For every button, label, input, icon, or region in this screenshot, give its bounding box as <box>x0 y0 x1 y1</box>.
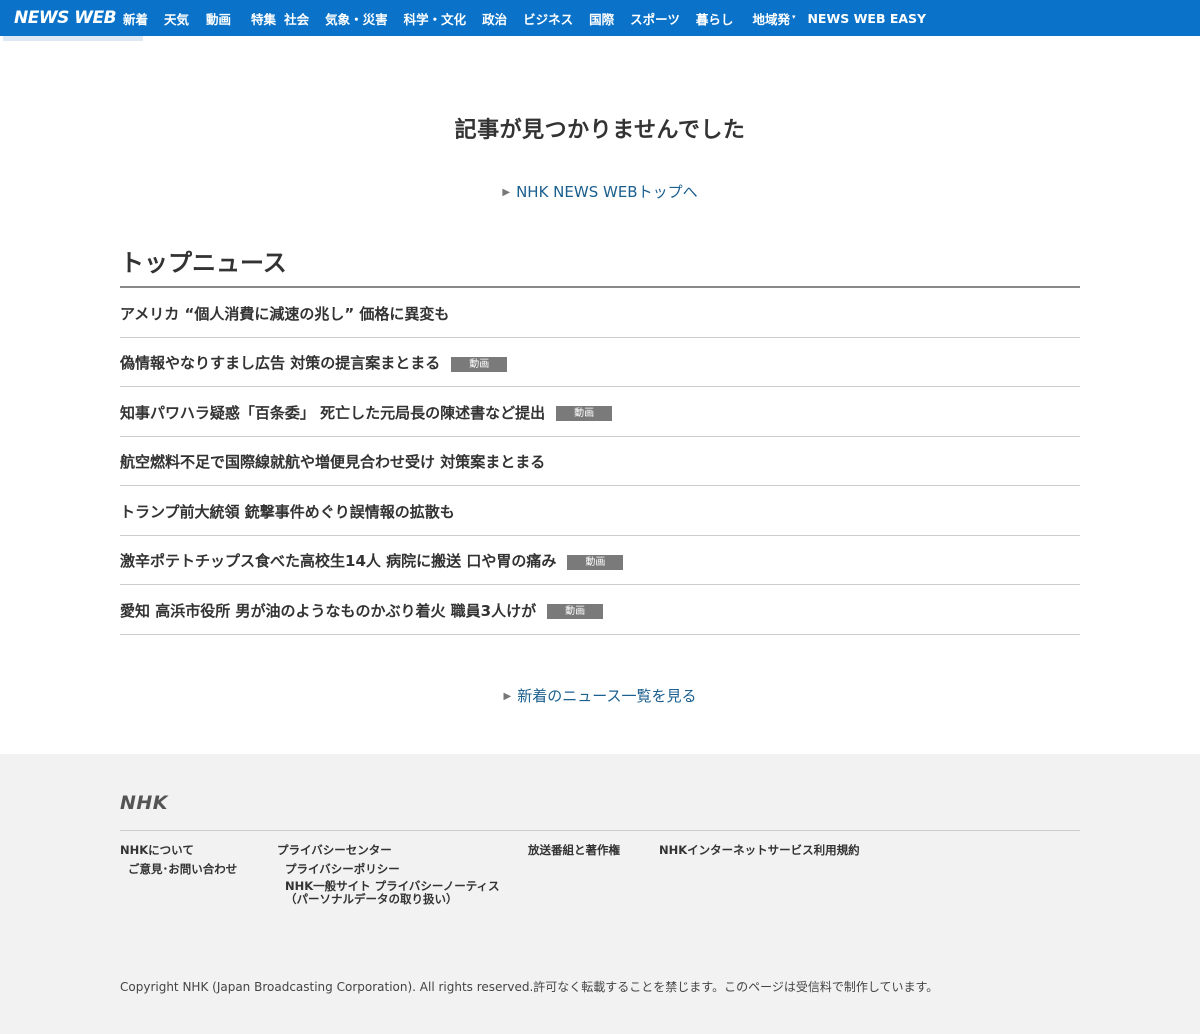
site-header: NEWS WEB 新着 天気 動画 特集 社会 気象・災害 科学・文化 政治 ビ… <box>0 0 1200 36</box>
news-item[interactable]: トランプ前大統領 銃撃事件めぐり誤情報の拡散も <box>120 486 1080 536</box>
news-item[interactable]: アメリカ “個人消費に減速の兆し” 価格に異変も <box>120 288 1080 338</box>
more-news-link[interactable]: 新着のニュース一覧を見る <box>517 687 696 705</box>
nav-international[interactable]: 国際 <box>589 0 614 36</box>
video-badge: 動画 <box>556 406 613 422</box>
video-badge: 動画 <box>567 554 624 570</box>
nav-video[interactable]: 動画 <box>206 0 231 36</box>
nhk-logo[interactable]: NHK <box>120 792 168 814</box>
nav-sports[interactable]: スポーツ <box>630 0 680 36</box>
nav-weather-disaster[interactable]: 気象・災害 <box>325 0 388 36</box>
news-item[interactable]: 偽情報やなりすまし広告 対策の提言案まとまる 動画 <box>120 338 1080 387</box>
feedback-link[interactable]: ご意見･お問い合わせ <box>128 863 237 876</box>
privacy-center-link[interactable]: プライバシーセンター <box>277 844 392 857</box>
nav-new[interactable]: 新着 <box>123 0 148 36</box>
privacy-policy-link[interactable]: プライバシーポリシー <box>285 863 400 876</box>
triangle-right-icon: ▶ <box>503 691 512 702</box>
news-title: 知事パワハラ疑惑「百条委」 死亡した元局長の陳述書など提出 <box>120 403 546 422</box>
triangle-right-icon: ▶ <box>502 187 511 198</box>
active-tab-indicator <box>3 36 143 41</box>
copyright-works-link[interactable]: 放送番組と著作権 <box>528 844 620 857</box>
news-title: 激辛ポテトチップス食べた高校生14人 病院に搬送 口や胃の痛み <box>120 552 557 571</box>
nav-science-culture[interactable]: 科学・文化 <box>404 0 467 36</box>
news-title: アメリカ “個人消費に減速の兆し” 価格に異変も <box>120 304 450 323</box>
news-web-logo[interactable]: NEWS WEB <box>0 8 118 28</box>
privacy-notice-link[interactable]: NHK一般サイト プライバシーノーティス （パーソナルデータの取り扱い） <box>285 880 500 906</box>
section-title: トップニュース <box>120 249 287 277</box>
footer-divider <box>120 830 1080 831</box>
news-item[interactable]: 航空燃料不足で国際線就航や増便見合わせ受け 対策案まとまる <box>120 437 1080 486</box>
nav-news-web-easy[interactable]: NEWS WEB EASY <box>807 0 926 36</box>
news-title: 偽情報やなりすまし広告 対策の提言案まとまる <box>120 354 441 373</box>
nav-regional-label: 地域発 <box>752 11 790 27</box>
top-link-row: ▶ NHK NEWS WEBトップへ <box>0 181 1200 202</box>
about-nhk-link[interactable]: NHKについて <box>120 844 194 857</box>
news-item[interactable]: 愛知 高浜市役所 男が油のようなものかぶり着火 職員3人けが 動画 <box>120 585 1080 635</box>
chevron-down-icon: ▾ <box>791 12 796 21</box>
nav-business[interactable]: ビジネス <box>523 0 573 36</box>
news-title: 航空燃料不足で国際線就航や増便見合わせ受け 対策案まとまる <box>120 453 546 472</box>
nav-society[interactable]: 社会 <box>284 0 309 36</box>
terms-link[interactable]: NHKインターネットサービス利用規約 <box>659 844 860 857</box>
news-title: トランプ前大統領 銃撃事件めぐり誤情報の拡散も <box>120 502 455 521</box>
news-item[interactable]: 知事パワハラ疑惑「百条委」 死亡した元局長の陳述書など提出 動画 <box>120 387 1080 437</box>
nav-weather[interactable]: 天気 <box>164 0 189 36</box>
nav-politics[interactable]: 政治 <box>482 0 507 36</box>
more-news-link-row: ▶ 新着のニュース一覧を見る <box>0 685 1200 706</box>
news-web-top-link[interactable]: NHK NEWS WEBトップへ <box>516 183 698 201</box>
nav-life[interactable]: 暮らし <box>696 0 734 36</box>
not-found-message: 記事が見つかりませんでした <box>454 118 746 143</box>
video-badge: 動画 <box>451 356 508 372</box>
top-news-list: アメリカ “個人消費に減速の兆し” 価格に異変も 偽情報やなりすまし広告 対策の… <box>120 288 1080 635</box>
privacy-notice-line1: NHK一般サイト プライバシーノーティス <box>285 879 500 893</box>
privacy-notice-line2: （パーソナルデータの取り扱い） <box>285 892 458 906</box>
site-footer: NHK NHKについて ご意見･お問い合わせ プライバシーセンター プライバシー… <box>0 754 1200 1034</box>
nav-regional[interactable]: 地域発 ▾ <box>752 0 795 36</box>
copyright-text: Copyright NHK (Japan Broadcasting Corpor… <box>120 980 939 994</box>
news-item[interactable]: 激辛ポテトチップス食べた高校生14人 病院に搬送 口や胃の痛み 動画 <box>120 536 1080 585</box>
video-badge: 動画 <box>547 604 604 620</box>
nav-special[interactable]: 特集 <box>251 0 276 36</box>
news-title: 愛知 高浜市役所 男が油のようなものかぶり着火 職員3人けが <box>120 601 537 620</box>
main-nav: 新着 天気 動画 特集 社会 気象・災害 科学・文化 政治 ビジネス 国際 スポ… <box>118 0 926 36</box>
